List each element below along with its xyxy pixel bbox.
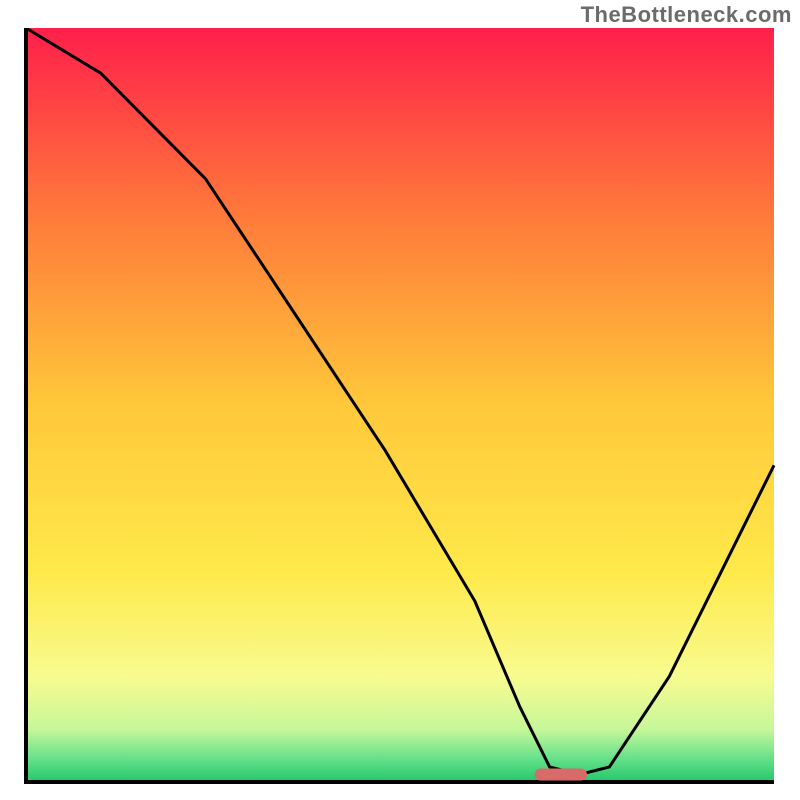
bottleneck-plot [20, 28, 780, 788]
optimal-range-marker [535, 768, 587, 780]
chart-svg [20, 28, 780, 788]
gradient-background [26, 28, 774, 782]
chart-container: TheBottleneck.com [0, 0, 800, 800]
watermark-label: TheBottleneck.com [581, 2, 792, 28]
